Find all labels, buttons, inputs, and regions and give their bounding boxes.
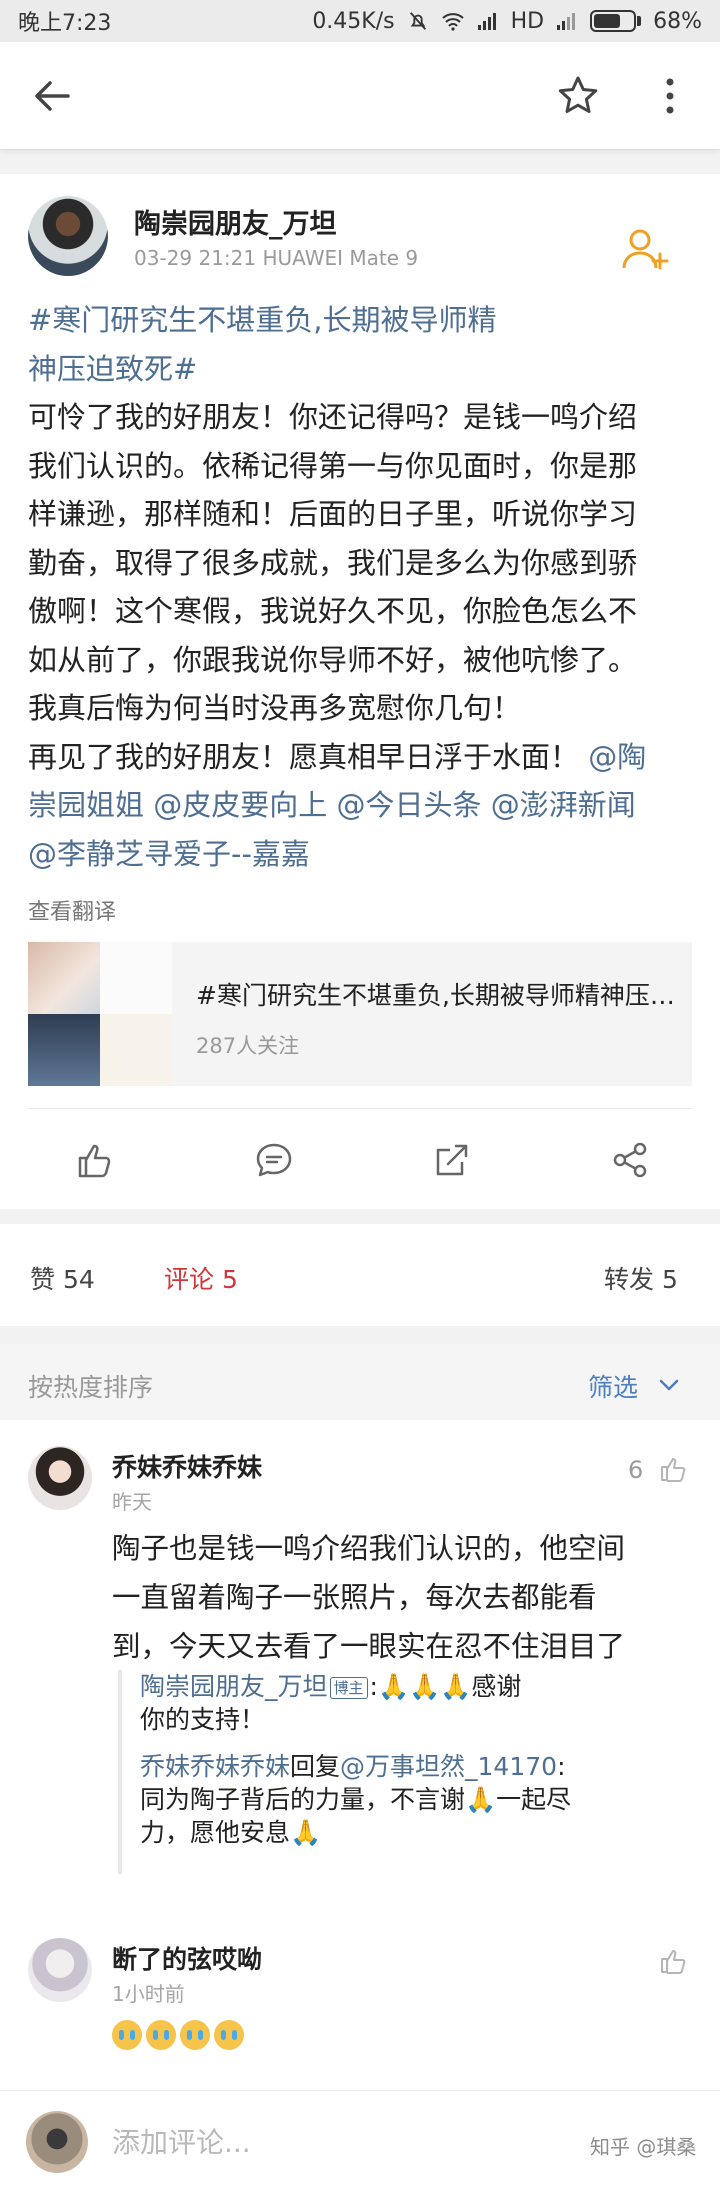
reply-thread[interactable]: 陶崇园朋友_万坦 博主:🙏🙏🙏感谢 你的支持！ 乔妹乔妹乔妹回复@万事坦然_141… bbox=[118, 1670, 618, 1874]
post-text-line: 我真后悔为何当时没再多宽慰你几句！ bbox=[28, 691, 522, 725]
mention-link[interactable]: 崇园姐姐 bbox=[28, 788, 144, 822]
post-text-line: 再见了我的好朋友！愿真相早日浮于水面！ @陶 bbox=[28, 739, 647, 774]
post-text-line: 如从前了，你跟我说你导师不好，被他吭惨了。 bbox=[28, 642, 638, 677]
divider bbox=[28, 1108, 692, 1109]
post-text-line: 我们认识的。依稀记得第一与你见面时，你是那 bbox=[28, 448, 638, 483]
blogger-badge: 博主 bbox=[329, 1677, 368, 1699]
comment-text: 陶子也是钱一鸣介绍我们认识的，他空间 一直留着陶子一张照片，每次去都能看 到，今… bbox=[112, 1532, 626, 1663]
topic-card[interactable]: #寒门研究生不堪重负,长期被导师精神压迫致死# 287人关注 bbox=[28, 942, 692, 1086]
comment-input[interactable]: 添加评论... bbox=[112, 2121, 251, 2161]
reply-item: 陶崇园朋友_万坦 博主:🙏🙏🙏感谢 bbox=[140, 1672, 522, 1701]
hashtag-link[interactable]: #寒门研究生不堪重负,长期被导师精 神压迫致死# bbox=[28, 296, 692, 393]
comment-like-count: 6 bbox=[628, 1456, 644, 1484]
favorite-star-icon[interactable] bbox=[554, 72, 602, 120]
commenter-avatar[interactable] bbox=[28, 1446, 92, 1510]
top-app-bar bbox=[0, 42, 720, 150]
reply-author-link[interactable]: 陶崇园朋友_万坦 bbox=[140, 1672, 328, 1701]
my-avatar bbox=[26, 2111, 88, 2173]
tab-comments[interactable]: 评论 5 bbox=[164, 1260, 238, 1296]
more-options-icon[interactable] bbox=[650, 72, 690, 120]
mute-icon bbox=[409, 12, 426, 30]
comments-sort-bar: 按热度排序 筛选 bbox=[0, 1344, 720, 1420]
comment-input-bar: 添加评论... 知乎 @琪桑 bbox=[0, 2090, 720, 2187]
reply-item: 乔妹乔妹乔妹回复@万事坦然_14170: bbox=[140, 1752, 566, 1781]
author-avatar[interactable] bbox=[28, 196, 108, 276]
share-nodes-icon[interactable] bbox=[610, 1140, 650, 1180]
topic-thumbnail bbox=[28, 942, 172, 1086]
post-text-line: @李静芝寻爱子--嘉嘉 bbox=[28, 830, 692, 879]
mention-link[interactable]: @今日头条 bbox=[336, 788, 481, 822]
mention-link[interactable]: @陶 bbox=[588, 740, 646, 774]
comment-bubble-icon[interactable] bbox=[254, 1140, 294, 1180]
post-text-line: 可怜了我的好朋友！你还记得吗？是钱一鸣介绍 bbox=[28, 400, 638, 434]
battery-level: 68% bbox=[653, 8, 702, 34]
crying-face-icon bbox=[112, 2020, 142, 2050]
chevron-down-icon[interactable] bbox=[658, 1374, 680, 1396]
weibo-post: 陶崇园朋友_万坦 03-29 21:21 HUAWEI Mate 9 #寒门研究… bbox=[0, 174, 720, 1209]
comments-section: 按热度排序 筛选 乔妹乔妹乔妹 昨天 6 陶子也是钱一鸣介绍我们认识的，他空间 … bbox=[0, 1344, 720, 2187]
battery-fill bbox=[594, 14, 620, 28]
filter-button[interactable]: 筛选 bbox=[588, 1368, 638, 1404]
back-arrow-icon[interactable] bbox=[28, 72, 76, 120]
commenter-name[interactable]: 断了的弦哎呦 bbox=[112, 1940, 262, 1976]
topic-title: #寒门研究生不堪重负,长期被导师精神压迫致死# bbox=[196, 981, 676, 1010]
post-stats-tabs: 赞 54 评论 5 转发 5 bbox=[0, 1224, 720, 1326]
mention-link[interactable]: @李静芝寻爱子--嘉嘉 bbox=[28, 837, 310, 871]
tab-reposts[interactable]: 转发 5 bbox=[604, 1260, 678, 1296]
crying-face-icon bbox=[146, 2020, 176, 2050]
status-bar: 晚上7:23 0.45K/s HD 68% bbox=[0, 0, 720, 42]
commenter-name[interactable]: 乔妹乔妹乔妹 bbox=[112, 1448, 262, 1484]
comment-like-icon[interactable] bbox=[658, 1454, 688, 1484]
crying-face-icon bbox=[180, 2020, 210, 2050]
watermark: 知乎 @琪桑 bbox=[590, 2135, 697, 2159]
post-action-bar bbox=[0, 1114, 720, 1206]
sort-by-hot[interactable]: 按热度排序 bbox=[28, 1368, 153, 1404]
comment-like-icon[interactable] bbox=[658, 1946, 688, 1976]
comment-emoji-row bbox=[112, 2020, 244, 2050]
add-friend-icon[interactable] bbox=[618, 222, 672, 276]
signal-icon-2 bbox=[557, 13, 576, 30]
mention-link[interactable]: @皮皮要向上 bbox=[153, 788, 327, 822]
post-text-line: 勤奋，取得了很多成就，我们是多么为你感到骄 bbox=[28, 545, 638, 580]
post-author-name[interactable]: 陶崇园朋友_万坦 bbox=[134, 202, 337, 241]
wifi-icon bbox=[441, 13, 464, 31]
crying-face-icon bbox=[214, 2020, 244, 2050]
reply-author-link[interactable]: 乔妹乔妹乔妹 bbox=[140, 1752, 290, 1781]
post-text-line: 样谦逊，那样随和！后面的日子里，听说你学习 bbox=[28, 497, 638, 531]
status-time: 晚上7:23 bbox=[18, 11, 112, 36]
signal-icon bbox=[477, 13, 496, 30]
mention-link[interactable]: @澎湃新闻 bbox=[491, 788, 636, 822]
repost-share-icon[interactable] bbox=[432, 1140, 472, 1180]
post-text-line: 崇园姐姐 @皮皮要向上 @今日头条 @澎湃新闻 bbox=[28, 781, 692, 830]
like-thumb-icon[interactable] bbox=[74, 1140, 114, 1180]
post-body: #寒门研究生不堪重负,长期被导师精 神压迫致死# 可怜了我的好朋友！你还记得吗？… bbox=[28, 296, 692, 878]
translate-link[interactable]: 查看翻译 bbox=[28, 894, 116, 926]
network-type: HD bbox=[510, 8, 545, 34]
comment-time: 昨天 bbox=[112, 1490, 152, 1514]
commenter-avatar[interactable] bbox=[28, 1938, 92, 2002]
comment-time: 1小时前 bbox=[112, 1982, 185, 2006]
post-meta: 03-29 21:21 HUAWEI Mate 9 bbox=[134, 246, 419, 270]
tab-likes[interactable]: 赞 54 bbox=[30, 1260, 95, 1296]
network-speed: 0.45K/s bbox=[312, 8, 395, 34]
post-text-line: 傲啊！这个寒假，我说好久不见，你脸色怎么不 bbox=[28, 594, 638, 628]
mention-link[interactable]: @万事坦然_14170 bbox=[340, 1752, 557, 1781]
battery-icon bbox=[590, 10, 642, 32]
topic-followers: 287人关注 bbox=[196, 1034, 300, 1058]
